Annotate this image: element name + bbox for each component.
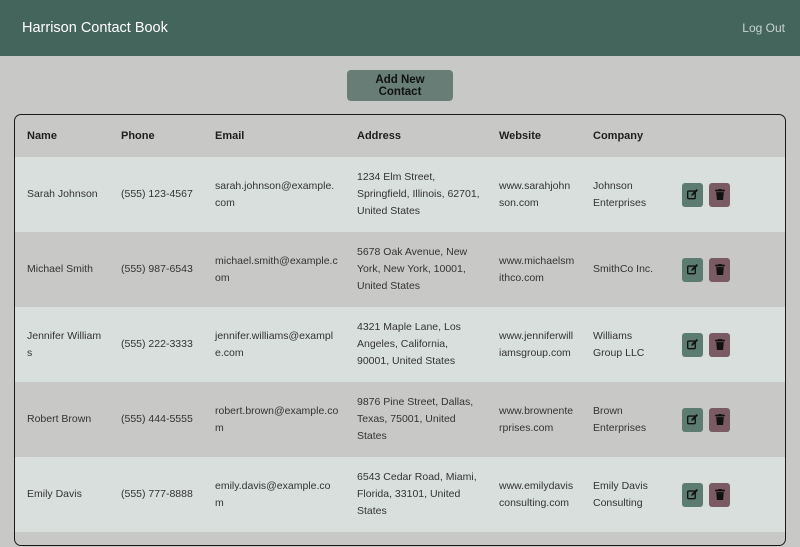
toolbar: Add New Contact xyxy=(0,56,800,101)
cell-address: 9876 Pine Street, Dallas, Texas, 75001, … xyxy=(345,382,487,457)
cell-name: Emily Davis xyxy=(15,457,109,532)
delete-button[interactable] xyxy=(709,407,730,432)
cell-email: michael.smith@example.com xyxy=(203,232,345,307)
edit-icon xyxy=(687,189,698,200)
cell-address: 1234 Elm Street, Springfield, Illinois, … xyxy=(345,157,487,232)
cell-actions xyxy=(670,232,785,307)
cell-website: www.jenniferwilliamsgroup.com xyxy=(487,307,581,382)
edit-button[interactable] xyxy=(682,332,703,357)
edit-icon xyxy=(687,414,698,425)
contacts-table: Name Phone Email Address Website Company… xyxy=(15,115,785,532)
delete-button[interactable] xyxy=(709,332,730,357)
cell-email: robert.brown@example.com xyxy=(203,382,345,457)
cell-phone: (555) 444-5555 xyxy=(109,382,203,457)
cell-company: Johnson Enterprises xyxy=(581,157,670,232)
edit-icon xyxy=(687,339,698,350)
cell-name: Jennifer Williams xyxy=(15,307,109,382)
cell-address: 4321 Maple Lane, Los Angeles, California… xyxy=(345,307,487,382)
table-row: Robert Brown (555) 444-5555 robert.brown… xyxy=(15,382,785,457)
cell-phone: (555) 987-6543 xyxy=(109,232,203,307)
cell-actions xyxy=(670,157,785,232)
header-actions xyxy=(670,115,785,157)
header-email: Email xyxy=(215,130,245,142)
table-header-row: Name Phone Email Address Website Company xyxy=(15,115,785,157)
header-name: Name xyxy=(27,130,57,142)
navbar: Harrison Contact Book Log Out xyxy=(0,0,800,56)
cell-name: Sarah Johnson xyxy=(15,157,109,232)
cell-company: Williams Group LLC xyxy=(581,307,670,382)
edit-button[interactable] xyxy=(682,407,703,432)
logout-link[interactable]: Log Out xyxy=(742,21,785,35)
trash-icon xyxy=(714,489,725,500)
cell-company: SmithCo Inc. xyxy=(581,232,670,307)
table-row: Emily Davis (555) 777-8888 emily.davis@e… xyxy=(15,457,785,532)
header-address: Address xyxy=(357,130,402,142)
cell-website: www.michaelsmithco.com xyxy=(487,232,581,307)
table-row: Michael Smith (555) 987-6543 michael.smi… xyxy=(15,232,785,307)
cell-actions xyxy=(670,457,785,532)
trash-icon xyxy=(714,264,725,275)
cell-phone: (555) 123-4567 xyxy=(109,157,203,232)
cell-email: jennifer.williams@example.com xyxy=(203,307,345,382)
header-company: Company xyxy=(593,130,644,142)
trash-icon xyxy=(714,189,725,200)
cell-actions xyxy=(670,307,785,382)
cell-company: Brown Enterprises xyxy=(581,382,670,457)
cell-address: 6543 Cedar Road, Miami, Florida, 33101, … xyxy=(345,457,487,532)
trash-icon xyxy=(714,339,725,350)
table-row: Sarah Johnson (555) 123-4567 sarah.johns… xyxy=(15,157,785,232)
delete-button[interactable] xyxy=(709,182,730,207)
delete-button[interactable] xyxy=(709,257,730,282)
delete-button[interactable] xyxy=(709,482,730,507)
cell-phone: (555) 222-3333 xyxy=(109,307,203,382)
edit-button[interactable] xyxy=(682,482,703,507)
add-contact-button[interactable]: Add New Contact xyxy=(347,70,453,101)
cell-name: Robert Brown xyxy=(15,382,109,457)
cell-website: www.sarahjohnson.com xyxy=(487,157,581,232)
cell-company: Emily Davis Consulting xyxy=(581,457,670,532)
edit-icon xyxy=(687,489,698,500)
edit-button[interactable] xyxy=(682,182,703,207)
cell-actions xyxy=(670,382,785,457)
cell-email: sarah.johnson@example.com xyxy=(203,157,345,232)
edit-icon xyxy=(687,264,698,275)
header-website: Website xyxy=(499,130,541,142)
cell-website: www.brownenterprises.com xyxy=(487,382,581,457)
header-phone: Phone xyxy=(121,130,155,142)
cell-name: Michael Smith xyxy=(15,232,109,307)
cell-website: www.emilydavisconsulting.com xyxy=(487,457,581,532)
contacts-table-card: Name Phone Email Address Website Company… xyxy=(14,114,786,546)
edit-button[interactable] xyxy=(682,257,703,282)
cell-email: emily.davis@example.com xyxy=(203,457,345,532)
trash-icon xyxy=(714,414,725,425)
cell-address: 5678 Oak Avenue, New York, New York, 100… xyxy=(345,232,487,307)
cell-phone: (555) 777-8888 xyxy=(109,457,203,532)
app-title: Harrison Contact Book xyxy=(22,20,168,36)
table-row: Jennifer Williams (555) 222-3333 jennife… xyxy=(15,307,785,382)
